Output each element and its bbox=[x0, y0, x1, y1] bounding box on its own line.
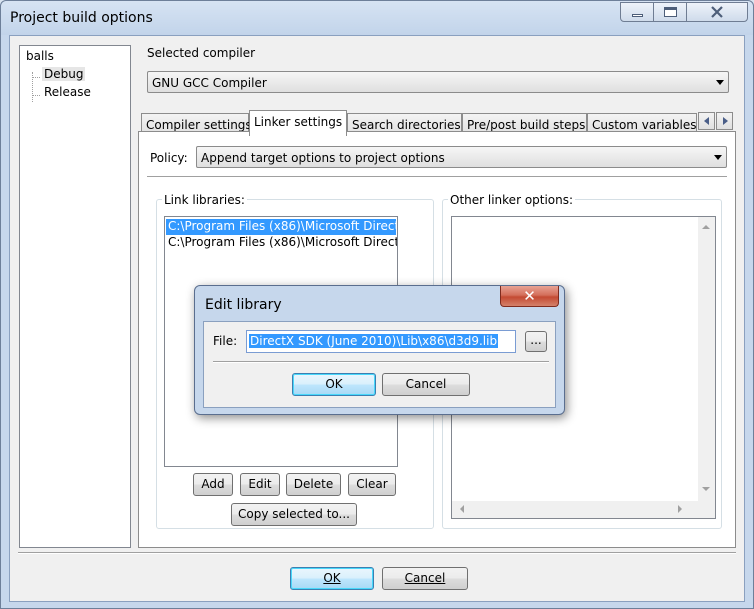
close-icon: ✕ bbox=[523, 287, 536, 305]
tree-root-balls[interactable]: balls bbox=[26, 49, 54, 63]
scroll-left-icon bbox=[460, 505, 464, 513]
edit-library-client: File: DirectX SDK (June 2010)\Lib\x86\d3… bbox=[203, 321, 556, 408]
other-linker-options-label: Other linker options: bbox=[448, 193, 576, 207]
arrow-right-icon bbox=[723, 117, 728, 125]
list-item[interactable]: C:\Program Files (x86)\Microsoft DirectX bbox=[166, 219, 397, 235]
policy-select[interactable]: Append target options to project options bbox=[196, 146, 727, 168]
tab-scroll-left-button[interactable] bbox=[698, 112, 715, 130]
divider bbox=[213, 361, 549, 363]
scroll-up-icon bbox=[702, 225, 710, 229]
compiler-select[interactable]: GNU GCC Compiler bbox=[147, 71, 729, 93]
edit-library-dialog: Edit library ✕ File: DirectX SDK (June 2… bbox=[194, 285, 565, 415]
policy-label: Policy: bbox=[150, 151, 188, 165]
chevron-down-icon bbox=[716, 80, 724, 85]
cancel-label: Cancel bbox=[404, 571, 446, 585]
tree-connector bbox=[32, 77, 40, 78]
chevron-down-icon bbox=[714, 155, 722, 160]
file-input[interactable]: DirectX SDK (June 2010)\Lib\x86\d3d9.lib bbox=[246, 330, 516, 353]
window-title: Project build options bbox=[10, 10, 153, 26]
target-tree[interactable]: balls Debug Release bbox=[19, 45, 131, 548]
cancel-button[interactable]: Cancel bbox=[382, 567, 468, 590]
edit-button[interactable]: Edit bbox=[240, 473, 280, 496]
tab-linker-settings[interactable]: Linker settings bbox=[249, 110, 347, 136]
minimize-icon bbox=[632, 14, 643, 17]
ok-label: OK bbox=[323, 571, 341, 585]
ok-button[interactable]: OK bbox=[290, 567, 374, 590]
scrollbar-corner bbox=[698, 501, 715, 518]
selected-compiler-label: Selected compiler bbox=[147, 46, 256, 60]
maximize-button[interactable] bbox=[653, 2, 687, 22]
add-button[interactable]: Add bbox=[193, 473, 233, 496]
copy-selected-to-button[interactable]: Copy selected to... bbox=[231, 503, 357, 526]
delete-button[interactable]: Delete bbox=[286, 473, 341, 496]
tree-connector bbox=[32, 95, 40, 96]
close-button[interactable] bbox=[686, 2, 748, 22]
footer-divider bbox=[18, 552, 736, 554]
minimize-button[interactable] bbox=[620, 2, 654, 22]
scroll-right-icon bbox=[678, 505, 682, 513]
divider bbox=[147, 176, 727, 178]
dialog-cancel-button[interactable]: Cancel bbox=[382, 373, 470, 396]
tab-scroll-right-button[interactable] bbox=[716, 112, 733, 130]
close-icon bbox=[711, 6, 723, 18]
policy-value: Append target options to project options bbox=[201, 151, 445, 165]
scroll-down-icon bbox=[702, 487, 710, 491]
file-input-value: DirectX SDK (June 2010)\Lib\x86\d3d9.lib bbox=[249, 334, 499, 348]
file-label: File: bbox=[213, 334, 238, 348]
clear-button[interactable]: Clear bbox=[348, 473, 396, 496]
horizontal-scrollbar[interactable] bbox=[452, 501, 698, 518]
browse-button[interactable]: ... bbox=[525, 331, 547, 352]
arrow-left-icon bbox=[704, 117, 709, 125]
vertical-scrollbar[interactable] bbox=[698, 217, 715, 501]
link-libraries-label: Link libraries: bbox=[162, 193, 247, 207]
maximize-icon bbox=[664, 7, 677, 17]
title-bar[interactable]: Project build options bbox=[1, 1, 753, 35]
compiler-value: GNU GCC Compiler bbox=[152, 76, 267, 90]
list-item[interactable]: C:\Program Files (x86)\Microsoft DirectX bbox=[166, 235, 397, 251]
dialog-ok-button[interactable]: OK bbox=[292, 373, 376, 396]
edit-library-close-button[interactable]: ✕ bbox=[500, 286, 559, 307]
edit-library-title: Edit library bbox=[205, 297, 282, 313]
tree-item-debug[interactable]: Debug bbox=[42, 67, 86, 81]
tree-item-release[interactable]: Release bbox=[44, 85, 91, 99]
